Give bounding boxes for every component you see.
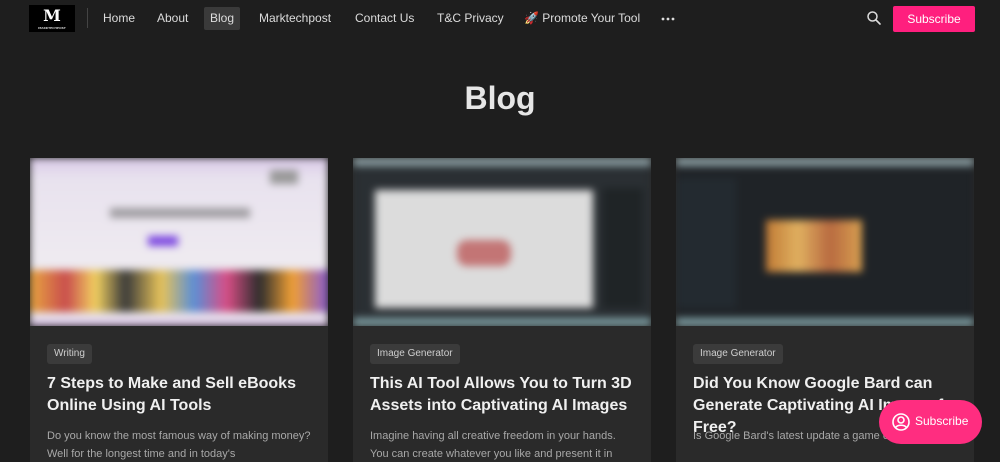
site-logo[interactable]: M MARKTECHPOST bbox=[29, 5, 75, 32]
floating-subscribe-button[interactable]: Subscribe bbox=[879, 400, 982, 444]
post-excerpt: Do you know the most famous way of makin… bbox=[47, 430, 311, 460]
nav-about[interactable]: About bbox=[151, 7, 194, 30]
logo-subtext: MARKTECHPOST bbox=[38, 26, 66, 30]
post-thumbnail[interactable] bbox=[30, 158, 328, 326]
nav-contact[interactable]: Contact Us bbox=[349, 7, 420, 30]
post-thumbnail[interactable] bbox=[353, 158, 651, 326]
post-card[interactable]: Writing 7 Steps to Make and Sell eBooks … bbox=[30, 158, 328, 462]
post-card[interactable]: Image Generator This AI Tool Allows You … bbox=[353, 158, 651, 462]
nav-home[interactable]: Home bbox=[97, 7, 141, 30]
floating-subscribe-label: Subscribe bbox=[915, 414, 969, 428]
post-category-tag[interactable]: Writing bbox=[47, 344, 92, 364]
portal-icon bbox=[891, 412, 911, 432]
nav-marktechpost[interactable]: Marktechpost bbox=[253, 7, 337, 30]
post-category-tag[interactable]: Image Generator bbox=[370, 344, 460, 364]
nav-promote-tool[interactable]: 🚀 Promote Your Tool bbox=[518, 7, 646, 30]
top-nav: M MARKTECHPOST Home About Blog Marktechp… bbox=[0, 0, 1000, 36]
nav-terms-privacy[interactable]: T&C Privacy bbox=[431, 7, 510, 30]
post-title[interactable]: This AI Tool Allows You to Turn 3D Asset… bbox=[370, 373, 640, 417]
post-thumbnail[interactable] bbox=[676, 158, 974, 326]
nav-blog[interactable]: Blog bbox=[204, 7, 241, 30]
more-horizontal-icon[interactable] bbox=[660, 10, 676, 26]
nav-divider bbox=[87, 8, 88, 28]
subscribe-button[interactable]: Subscribe bbox=[893, 6, 975, 32]
post-title[interactable]: 7 Steps to Make and Sell eBooks Online U… bbox=[47, 373, 317, 417]
post-category-tag[interactable]: Image Generator bbox=[693, 344, 783, 364]
search-icon[interactable] bbox=[866, 10, 882, 26]
logo-letter: M bbox=[43, 6, 61, 25]
post-excerpt: Imagine having all creative freedom in y… bbox=[370, 430, 616, 460]
page-title: Blog bbox=[464, 80, 536, 116]
